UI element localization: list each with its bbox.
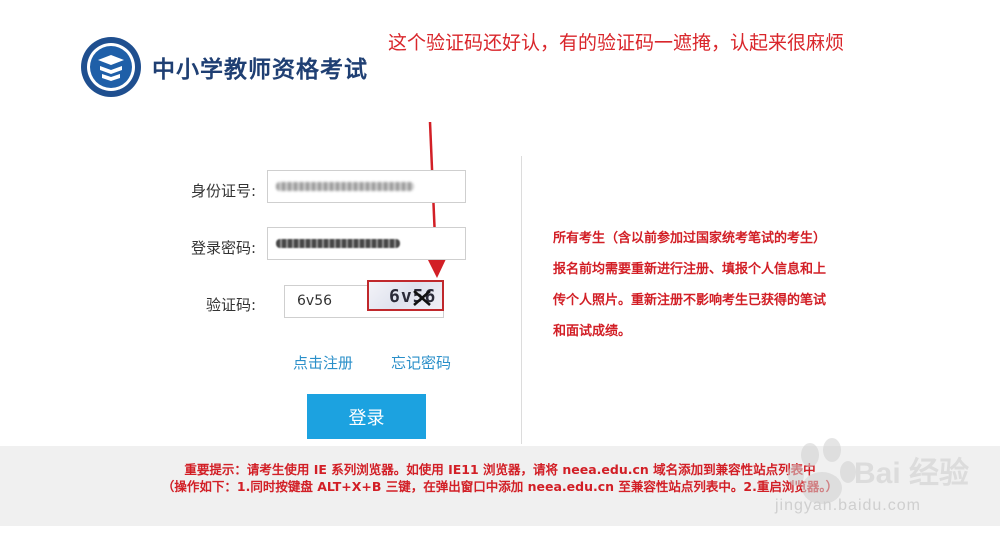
captcha-image[interactable]: 6v56 (367, 280, 444, 311)
captcha-noise-icon (413, 290, 431, 306)
password-input[interactable] (267, 227, 466, 260)
masked-id-value (276, 182, 414, 191)
masked-password-value (276, 239, 400, 248)
annotation-text: 这个验证码还好认，有的验证码一遮掩，认起来很麻烦 (388, 32, 845, 54)
watermark-text: Bai 经验 (854, 457, 970, 490)
id-number-input[interactable] (267, 170, 466, 203)
site-title: 中小学教师资格考试 (152, 57, 368, 83)
vertical-divider (521, 156, 522, 444)
site-header: 中小学教师资格考试 (80, 36, 368, 98)
registration-notice: 所有考生（含以前参加过国家统考笔试的考生）报名前均需要重新进行注册、填报个人信息… (553, 231, 827, 339)
register-link[interactable]: 点击注册 (293, 352, 353, 373)
watermark-url: jingyan.baidu.com (775, 497, 921, 514)
password-label: 登录密码: (190, 239, 256, 257)
id-number-label: 身份证号: (190, 182, 256, 200)
login-button[interactable]: 登录 (307, 394, 426, 439)
captcha-input-value: 6v56 (297, 293, 333, 309)
exam-logo-icon (81, 37, 141, 97)
captcha-label: 验证码: (205, 296, 256, 314)
forgot-password-link[interactable]: 忘记密码 (391, 352, 451, 373)
